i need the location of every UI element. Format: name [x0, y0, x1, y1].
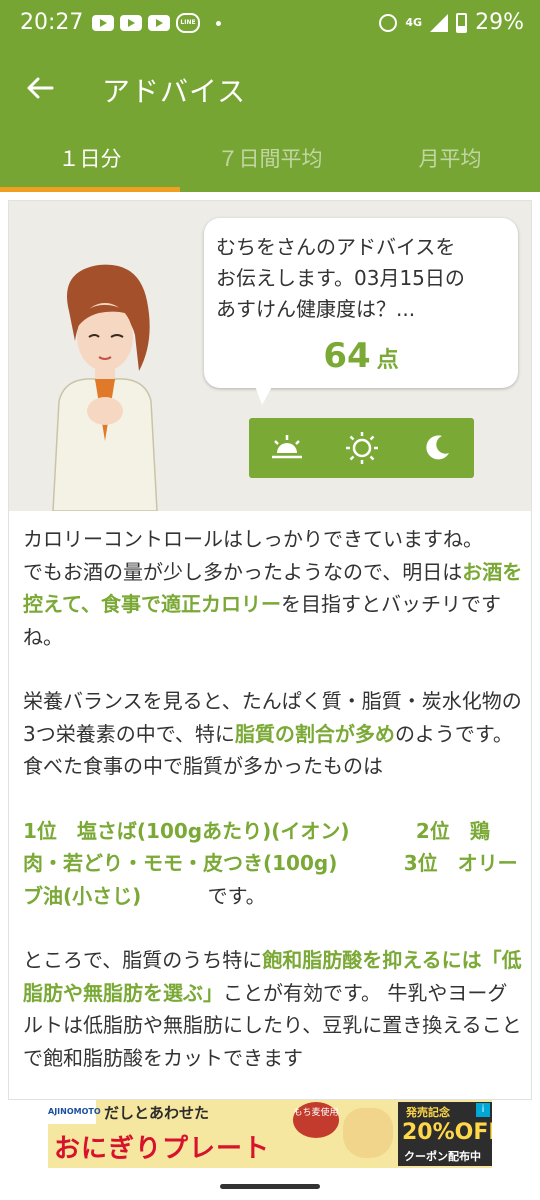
youtube-icon [92, 15, 114, 31]
advice-highlight: 脂質の割合が多め [234, 721, 395, 746]
tab-bar: １日分 ７日間平均 月平均 [0, 130, 540, 192]
status-bar: 20:27 LINE 4G 29% [0, 0, 540, 50]
morning-icon[interactable] [267, 428, 307, 468]
tab-one-day[interactable]: １日分 [0, 130, 180, 192]
advice-text: でもお酒の量が少し多かったようなので、明日は [23, 559, 463, 584]
back-arrow-icon[interactable] [24, 72, 56, 104]
system-nav-bar [0, 1170, 540, 1200]
page-title: アドバイス [102, 75, 247, 108]
advisor-avatar [52, 264, 158, 511]
more-notifications-icon [216, 20, 221, 26]
advice-speech-bubble: むちをさんのアドバイスを お伝えします。03月15日の あすけん健康度は？...… [204, 218, 518, 388]
ad-headline: だしとあわせた [104, 1104, 210, 1122]
ad-coupon: クーポン配布中 [404, 1150, 481, 1163]
bubble-line-3: あすけん健康度は？... [216, 297, 416, 321]
app-bar: アドバイス [0, 50, 540, 130]
advice-text: ところで、脂質のうち特に [23, 948, 263, 972]
youtube-icon [120, 15, 142, 31]
ad-discount: 20%OFF [402, 1120, 492, 1145]
health-score-value: 64 [323, 336, 371, 376]
fat-ranking: 1位 塩さば(100gあたり)(イオン) 2位 鶏肉・若どり・モモ・皮つき(10… [23, 815, 523, 913]
advice-hero: むちをさんのアドバイスを お伝えします。03月15日の あすけん健康度は？...… [9, 201, 531, 511]
speech-bubble-tail [254, 383, 274, 405]
alarm-icon [379, 13, 398, 32]
youtube-icon [148, 15, 170, 31]
advice-paragraph-2: 栄養バランスを見ると、たんぱく質・脂質・炭水化物の3つ栄養素の中で、特に脂質の割… [23, 685, 523, 783]
signal-icon [430, 13, 449, 32]
tab-monthly-average[interactable]: 月平均 [360, 130, 540, 192]
bubble-line-2: お伝えします。03月15日の [216, 266, 465, 290]
advice-paragraph-1: カロリーコントロールはしっかりできていますね。 でもお酒の量が少し多かったような… [23, 523, 523, 653]
ad-tag: もち麦使用 [293, 1102, 339, 1138]
network-type: 4G [405, 16, 423, 29]
advice-card[interactable]: むちをさんのアドバイスを お伝えします。03月15日の あすけん健康度は？...… [8, 200, 532, 1100]
ad-product: おにぎりプレート [54, 1134, 271, 1164]
ad-info-icon[interactable]: i [476, 1103, 490, 1117]
status-time: 20:27 [20, 10, 84, 35]
system-icons: 4G 29% [379, 10, 524, 35]
meal-time-selector [249, 418, 474, 478]
ad-sale-label: 発売記念 [406, 1106, 450, 1119]
rank-suffix: です。 [207, 883, 266, 908]
battery-icon [456, 12, 468, 33]
health-score-unit: 点 [376, 348, 399, 373]
rank-1: 1位 塩さば(100gあたり)(イオン) [23, 818, 350, 843]
battery-percent: 29% [475, 10, 524, 35]
tab-seven-day-average[interactable]: ７日間平均 [180, 130, 360, 192]
line-icon: LINE [176, 13, 200, 33]
health-score: 64 点 [204, 336, 518, 376]
onigiri-image [343, 1108, 393, 1158]
bubble-line-1: むちをさんのアドバイスを [216, 235, 456, 259]
notification-icons: LINE [92, 13, 221, 33]
advice-text: カロリーコントロールはしっかりできていますね。 [23, 527, 483, 551]
ad-banner[interactable]: AJINOMOTO だしとあわせた おにぎりプレート もち麦使用 発売記念 20… [0, 1100, 540, 1170]
ad-creative[interactable]: AJINOMOTO だしとあわせた おにぎりプレート もち麦使用 発売記念 20… [48, 1100, 492, 1168]
ad-brand-logo: AJINOMOTO [48, 1100, 101, 1124]
sun-icon[interactable] [342, 428, 382, 468]
moon-icon[interactable] [417, 428, 457, 468]
advice-paragraph-4: ところで、脂質のうち特に飽和脂肪酸を抑えるには「低脂肪や無脂肪を選ぶ」ことが有効… [23, 944, 523, 1074]
advice-body: カロリーコントロールはしっかりできていますね。 でもお酒の量が少し多かったような… [23, 523, 523, 1106]
home-gesture-bar[interactable] [220, 1184, 320, 1189]
